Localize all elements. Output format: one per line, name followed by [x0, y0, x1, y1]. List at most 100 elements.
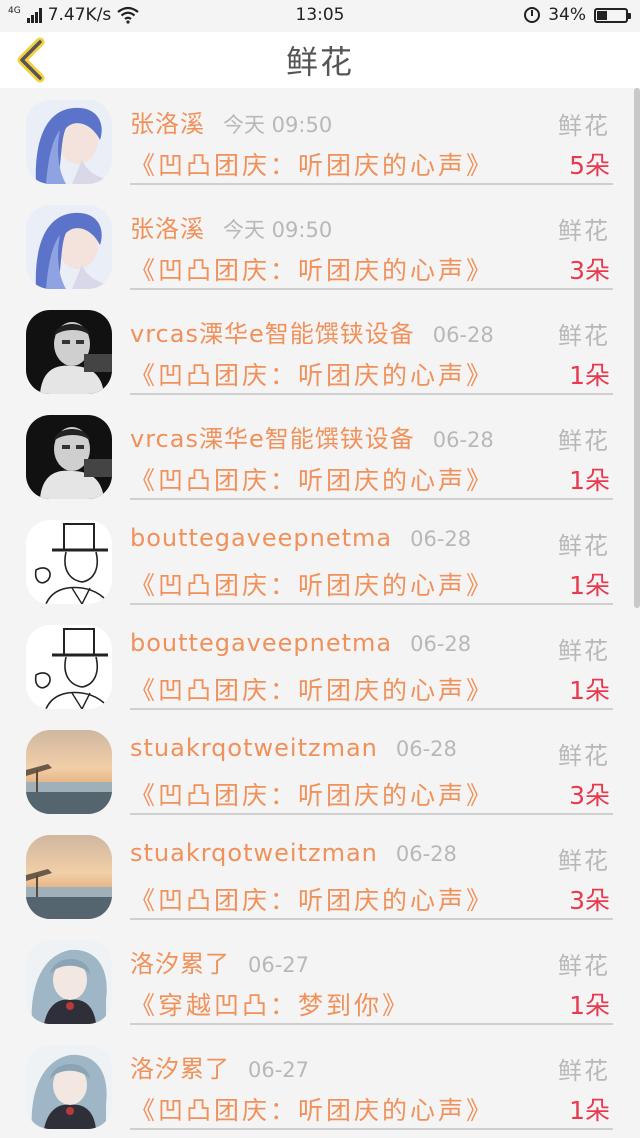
- gift-count: 3朵: [569, 886, 610, 915]
- avatar[interactable]: [26, 310, 112, 394]
- divider: [130, 393, 613, 395]
- divider: [130, 498, 613, 500]
- scrollbar[interactable]: [634, 88, 640, 608]
- sender-name-text[interactable]: vrcas溧华e智能馔铗设备: [130, 425, 415, 453]
- battery-icon: [594, 7, 631, 23]
- sender-name-text[interactable]: stuakrqotweitzman: [130, 839, 378, 867]
- gift-type: 鲜花: [558, 217, 610, 245]
- sender-name[interactable]: 洛汐累了 06-27: [130, 1049, 309, 1084]
- sender-name[interactable]: vrcas溧华e智能馔铗设备 06-28: [130, 314, 494, 349]
- divider: [130, 813, 613, 815]
- book-title[interactable]: 《凹凸团庆：听团庆的心声》: [130, 356, 494, 392]
- gift-type: 鲜花: [558, 1057, 610, 1085]
- avatar[interactable]: [26, 835, 112, 919]
- book-title[interactable]: 《凹凸团庆：听团庆的心声》: [130, 1091, 494, 1127]
- book-title[interactable]: 《穿越凹凸：梦到你》: [130, 986, 410, 1022]
- sender-name[interactable]: stuakrqotweitzman 06-28: [130, 839, 457, 867]
- sender-name-text[interactable]: 洛汐累了: [130, 1055, 230, 1083]
- gift-type: 鲜花: [558, 742, 610, 770]
- list-item[interactable]: stuakrqotweitzman 06-28 《凹凸团庆：听团庆的心声》 鲜花 3朵: [0, 823, 640, 928]
- gift-count: 3朵: [569, 256, 610, 285]
- gift-count: 1朵: [569, 676, 610, 705]
- send-time: 06-28: [432, 323, 494, 347]
- sender-name-text[interactable]: 洛汐累了: [130, 950, 230, 978]
- book-title[interactable]: 《凹凸团庆：听团庆的心声》: [130, 251, 494, 287]
- status-bar: 4G 7.47K/s 13:05 34%: [0, 0, 640, 32]
- send-time: 06-27: [248, 953, 310, 977]
- book-title[interactable]: 《凹凸团庆：听团庆的心声》: [130, 671, 494, 707]
- sender-name-text[interactable]: 张洛溪: [130, 215, 205, 243]
- list-item[interactable]: stuakrqotweitzman 06-28 《凹凸团庆：听团庆的心声》 鲜花 3朵: [0, 718, 640, 823]
- avatar[interactable]: [26, 625, 112, 709]
- divider: [130, 708, 613, 710]
- page-title: 鲜花: [285, 43, 354, 81]
- gift-count: 1朵: [569, 991, 610, 1020]
- gift-count: 1朵: [569, 361, 610, 390]
- sender-name-text[interactable]: 张洛溪: [130, 110, 205, 138]
- gift-count: 3朵: [569, 781, 610, 810]
- send-time: 06-28: [432, 428, 494, 452]
- sender-name[interactable]: stuakrqotweitzman 06-28: [130, 734, 457, 762]
- battery-percent: 34%: [548, 5, 586, 25]
- send-time: 06-27: [248, 1058, 310, 1082]
- avatar[interactable]: [26, 100, 112, 184]
- send-time: 今天 09:50: [223, 113, 333, 137]
- gift-type: 鲜花: [558, 427, 610, 455]
- list-item[interactable]: vrcas溧华e智能馔铗设备 06-28 《凹凸团庆：听团庆的心声》 鲜花 1朵: [0, 403, 640, 508]
- sender-name[interactable]: 张洛溪 今天 09:50: [130, 209, 332, 244]
- avatar[interactable]: [26, 415, 112, 499]
- gift-type: 鲜花: [558, 322, 610, 350]
- send-time: 06-28: [395, 737, 457, 761]
- gift-count: 1朵: [569, 1096, 610, 1125]
- book-title[interactable]: 《凹凸团庆：听团庆的心声》: [130, 881, 494, 917]
- divider: [130, 918, 613, 920]
- chevron-left-icon: [17, 37, 45, 83]
- send-time: 06-28: [410, 527, 472, 551]
- divider: [130, 1023, 613, 1025]
- divider: [130, 603, 613, 605]
- list-item[interactable]: vrcas溧华e智能馔铗设备 06-28 《凹凸团庆：听团庆的心声》 鲜花 1朵: [0, 298, 640, 403]
- back-button[interactable]: [10, 36, 56, 84]
- avatar[interactable]: [26, 1045, 112, 1129]
- book-title[interactable]: 《凹凸团庆：听团庆的心声》: [130, 146, 494, 182]
- sender-name-text[interactable]: vrcas溧华e智能馔铗设备: [130, 320, 415, 348]
- sender-name[interactable]: 张洛溪 今天 09:50: [130, 104, 332, 139]
- list-item[interactable]: 张洛溪 今天 09:50 《凹凸团庆：听团庆的心声》 鲜花 3朵: [0, 193, 640, 298]
- gift-type: 鲜花: [558, 637, 610, 665]
- list-item[interactable]: bouttegaveepnetma 06-28 《凹凸团庆：听团庆的心声》 鲜花 1朵: [0, 508, 640, 613]
- divider: [130, 1128, 613, 1130]
- send-time: 06-28: [410, 632, 472, 656]
- book-title[interactable]: 《凹凸团庆：听团庆的心声》: [130, 461, 494, 497]
- gift-type: 鲜花: [558, 532, 610, 560]
- divider: [130, 183, 613, 185]
- sender-name-text[interactable]: bouttegaveepnetma: [130, 524, 392, 552]
- list-item[interactable]: bouttegaveepnetma 06-28 《凹凸团庆：听团庆的心声》 鲜花 1朵: [0, 613, 640, 718]
- gift-type: 鲜花: [558, 952, 610, 980]
- alarm-icon: [524, 7, 541, 23]
- gift-count: 1朵: [569, 571, 610, 600]
- send-time: 06-28: [395, 842, 457, 866]
- gift-count: 1朵: [569, 466, 610, 495]
- sender-name[interactable]: bouttegaveepnetma 06-28: [130, 629, 471, 657]
- book-title[interactable]: 《凹凸团庆：听团庆的心声》: [130, 776, 494, 812]
- sender-name[interactable]: 洛汐累了 06-27: [130, 944, 309, 979]
- avatar[interactable]: [26, 940, 112, 1024]
- list-item[interactable]: 洛汐累了 06-27 《凹凸团庆：听团庆的心声》 鲜花 1朵: [0, 1033, 640, 1138]
- app-header: 鲜花: [0, 32, 640, 88]
- gift-type: 鲜花: [558, 847, 610, 875]
- avatar[interactable]: [26, 205, 112, 289]
- avatar[interactable]: [26, 520, 112, 604]
- list-item[interactable]: 张洛溪 今天 09:50 《凹凸团庆：听团庆的心声》 鲜花 5朵: [0, 88, 640, 193]
- avatar[interactable]: [26, 730, 112, 814]
- sender-name-text[interactable]: stuakrqotweitzman: [130, 734, 378, 762]
- send-time: 今天 09:50: [223, 218, 333, 242]
- sender-name[interactable]: bouttegaveepnetma 06-28: [130, 524, 471, 552]
- book-title[interactable]: 《凹凸团庆：听团庆的心声》: [130, 566, 494, 602]
- list-item[interactable]: 洛汐累了 06-27 《穿越凹凸：梦到你》 鲜花 1朵: [0, 928, 640, 1033]
- gift-type: 鲜花: [558, 112, 610, 140]
- divider: [130, 288, 613, 290]
- flower-record-list[interactable]: 张洛溪 今天 09:50 《凹凸团庆：听团庆的心声》 鲜花 5朵 张洛溪 今天 09:50 《…: [0, 88, 640, 1138]
- sender-name[interactable]: vrcas溧华e智能馔铗设备 06-28: [130, 419, 494, 454]
- gift-count: 5朵: [569, 151, 610, 180]
- sender-name-text[interactable]: bouttegaveepnetma: [130, 629, 392, 657]
